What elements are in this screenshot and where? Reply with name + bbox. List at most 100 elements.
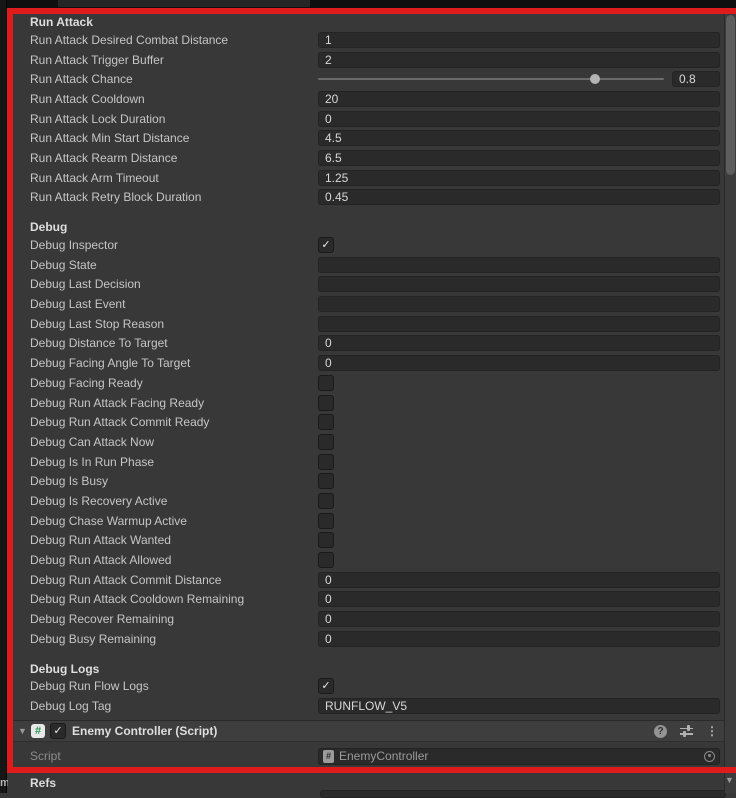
checkbox[interactable]: ✓ [318, 678, 334, 695]
property-row: Debug Run Attack Cooldown Remaining 0 [30, 590, 720, 610]
background-window-tab [58, 0, 310, 7]
inspector-panel: Run Attack Run Attack Desired Combat Dist… [13, 14, 724, 765]
check-icon: ✓ [53, 724, 63, 737]
slider-handle[interactable] [589, 74, 600, 85]
window-top-edge [0, 0, 736, 8]
check-icon: ✓ [321, 679, 331, 692]
checkbox[interactable]: ✓ [318, 394, 334, 411]
text-field[interactable]: 0 [318, 355, 720, 372]
checkbox[interactable]: ✓ [318, 237, 334, 254]
partial-field [320, 790, 726, 798]
checkbox[interactable]: ✓ [318, 374, 334, 391]
property-label: Debug Run Attack Allowed [30, 553, 172, 568]
checkbox[interactable]: ✓ [318, 433, 334, 450]
refs-section-header: Refs [30, 776, 57, 790]
presets-icon[interactable] [680, 725, 693, 737]
more-options-icon[interactable]: ⋮ [706, 724, 718, 738]
property-label: Debug Run Flow Logs [30, 679, 149, 694]
field-value: 0.8 [679, 72, 696, 87]
property-row: Debug Inspector ✓ [30, 235, 720, 255]
property-label: Debug Distance To Target [30, 336, 168, 351]
help-icon[interactable]: ? [654, 724, 667, 738]
text-field[interactable]: 0 [318, 110, 720, 127]
text-field[interactable] [318, 256, 720, 273]
text-field[interactable]: 0 [318, 611, 720, 628]
property-row: Debug Run Attack Allowed ✓ [30, 550, 720, 570]
text-field[interactable]: 0 [318, 630, 720, 647]
property-label: Run Attack Cooldown [30, 91, 145, 106]
checkbox[interactable]: ✓ [318, 453, 334, 470]
text-field[interactable]: 20 [318, 90, 720, 107]
property-label: Run Attack Desired Combat Distance [30, 32, 229, 47]
checkbox[interactable]: ✓ [318, 414, 334, 431]
field-value: 0 [325, 572, 332, 587]
property-label: Debug State [30, 257, 97, 272]
property-label: Debug Is Busy [30, 474, 109, 489]
text-field[interactable]: 0 [318, 571, 720, 588]
property-row: Debug Run Attack Wanted ✓ [30, 531, 720, 551]
text-field[interactable]: 4.5 [318, 130, 720, 147]
property-label: Debug Last Stop Reason [30, 316, 165, 331]
property-label: Debug Run Attack Cooldown Remaining [30, 592, 245, 607]
script-object-field[interactable]: # EnemyController [318, 747, 720, 765]
slider-value-field[interactable]: 0.8 [672, 71, 720, 88]
text-field[interactable] [318, 296, 720, 313]
text-field[interactable]: 0 [318, 591, 720, 608]
section-header: Run Attack [30, 15, 93, 29]
object-picker-icon[interactable] [704, 750, 715, 762]
field-value: 0 [325, 592, 332, 607]
text-field[interactable]: 1 [318, 31, 720, 48]
text-field[interactable]: 6.5 [318, 149, 720, 166]
property-row: Debug Run Attack Commit Distance 0 [30, 570, 720, 590]
slider-track[interactable] [318, 74, 664, 85]
property-row: Debug Busy Remaining 0 [30, 629, 720, 649]
script-row: Script # EnemyController [30, 747, 720, 765]
field-value: 1 [325, 32, 332, 47]
text-field[interactable]: 0.45 [318, 189, 720, 206]
scrollbar[interactable] [724, 8, 736, 793]
field-value: 6.5 [325, 150, 342, 165]
section-header: Debug [30, 220, 68, 235]
slider[interactable]: 0.8 [318, 71, 720, 88]
scrollbar-thumb[interactable] [726, 15, 735, 175]
property-row: Debug State [30, 255, 720, 275]
component-header-enemy-controller[interactable]: ▼ # ✓ Enemy Controller (Script) ? ⋮ [13, 720, 724, 742]
property-label: Debug Facing Angle To Target [30, 356, 191, 371]
background-window-text: m [0, 777, 8, 789]
property-row: Debug Chase Warmup Active ✓ [30, 511, 720, 531]
property-label: Run Attack Chance [30, 72, 133, 87]
property-row: Run Attack Chance 0.8 [30, 69, 720, 89]
property-row: Run Attack Retry Block Duration 0.45 [30, 188, 720, 208]
text-field[interactable] [318, 276, 720, 293]
property-row: Run Attack Lock Duration 0 [30, 109, 720, 129]
scroll-down-arrow-icon[interactable]: ▼ [724, 775, 735, 785]
property-row: Debug Can Attack Now ✓ [30, 432, 720, 452]
property-row: Debug Facing Ready ✓ [30, 373, 720, 393]
property-row: Run Attack Trigger Buffer 2 [30, 50, 720, 70]
panel-left-edge [0, 0, 7, 793]
property-label: Run Attack Rearm Distance [30, 150, 178, 165]
checkbox[interactable]: ✓ [318, 552, 334, 569]
section-header: Debug Logs [30, 661, 100, 676]
checkbox[interactable]: ✓ [318, 532, 334, 549]
property-label: Debug Can Attack Now [30, 434, 155, 449]
script-label: Script [30, 749, 61, 763]
property-label: Debug Inspector [30, 238, 119, 253]
checkbox[interactable]: ✓ [318, 473, 334, 490]
check-icon: ✓ [321, 238, 331, 251]
text-field[interactable]: 1.25 [318, 169, 720, 186]
text-field[interactable]: 0 [318, 335, 720, 352]
checkbox[interactable]: ✓ [318, 492, 334, 509]
foldout-arrow-icon[interactable]: ▼ [18, 726, 31, 736]
component-enabled-checkbox[interactable]: ✓ [50, 723, 66, 739]
highlight-frame-top [7, 8, 736, 14]
property-row: Run Attack Min Start Distance 4.5 [30, 128, 720, 148]
highlight-frame-left [7, 8, 13, 773]
text-field[interactable] [318, 315, 720, 332]
field-value: 2 [325, 52, 332, 67]
field-value: 0 [325, 336, 332, 351]
checkbox[interactable]: ✓ [318, 512, 334, 529]
property-row: Debug Is Recovery Active ✓ [30, 491, 720, 511]
text-field[interactable]: RUNFLOW_V5 [318, 698, 720, 715]
text-field[interactable]: 2 [318, 51, 720, 68]
